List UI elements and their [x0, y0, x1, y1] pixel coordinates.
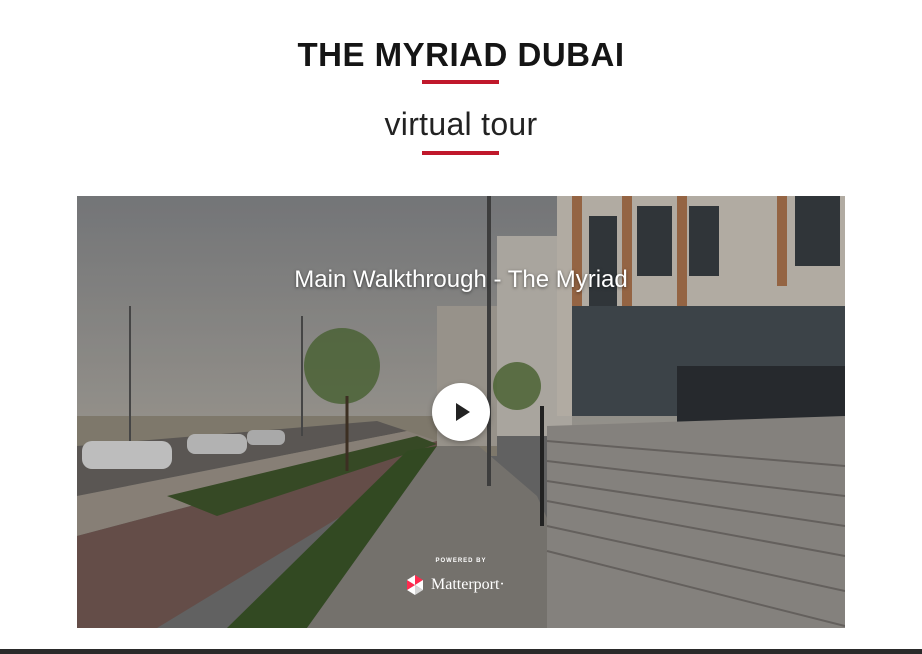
next-section-edge — [0, 649, 922, 654]
title-underline — [422, 80, 499, 84]
virtual-tour-player[interactable]: Main Walkthrough - The Myriad POWERED BY… — [77, 196, 845, 628]
matterport-brand-name: Matterport· — [431, 576, 505, 593]
matterport-icon — [407, 575, 423, 595]
tour-title: Main Walkthrough - The Myriad — [294, 266, 628, 293]
page-title: THE MYRIAD DUBAI — [297, 36, 625, 73]
powered-by-label: POWERED BY — [435, 558, 487, 564]
play-button[interactable] — [432, 383, 490, 441]
matterport-logo[interactable]: Matterport· — [404, 573, 505, 597]
subtitle-underline — [422, 151, 499, 155]
play-icon — [456, 403, 470, 421]
page-subtitle: virtual tour — [384, 106, 538, 142]
